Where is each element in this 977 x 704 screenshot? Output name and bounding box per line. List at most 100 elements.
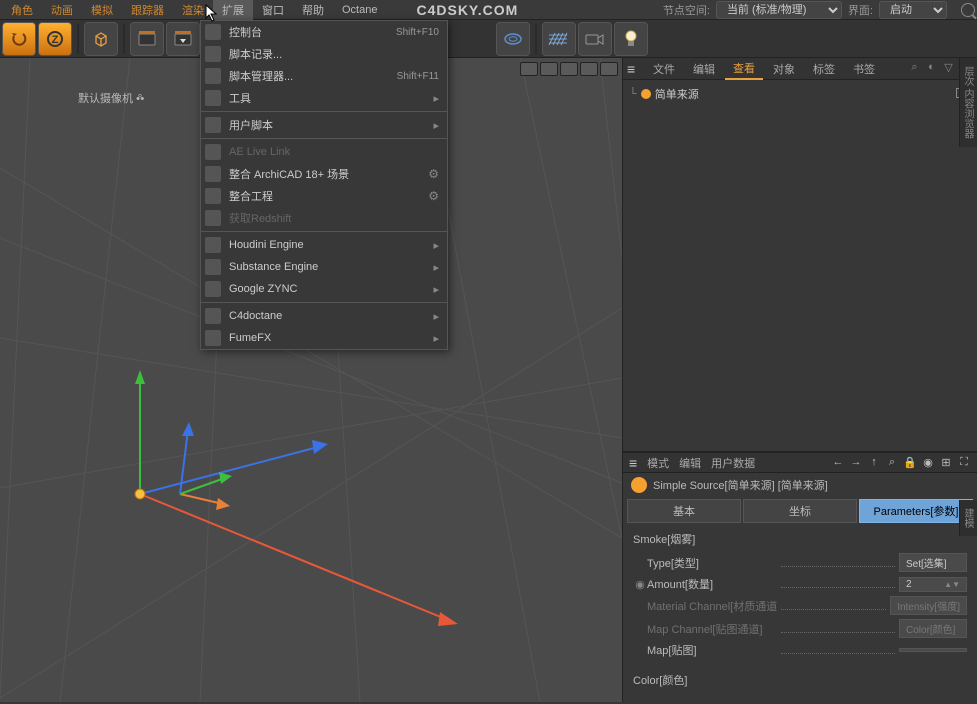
render-button[interactable] — [130, 22, 164, 56]
menu-item[interactable]: Houdini Engine ▸ — [201, 234, 447, 256]
eye2-icon[interactable]: ◉ — [921, 456, 935, 469]
node-space-label: 节点空间: — [663, 2, 710, 18]
attribute-manager-bar: ≡ 模式 编辑 用户数据 ← → ↑ ⌕ 🔒 ◉ ⊞ ⛶ — [623, 453, 977, 473]
cube-button[interactable] — [84, 22, 118, 56]
object-name[interactable]: 简单来源 — [655, 86, 699, 102]
light-button[interactable] — [614, 22, 648, 56]
menu-item-icon — [205, 330, 221, 346]
eye-icon[interactable]: ◐ — [924, 61, 939, 76]
new-icon[interactable]: ⊞ — [939, 456, 953, 469]
param-value[interactable]: Set[选集] — [899, 553, 967, 572]
vp-pan-icon[interactable] — [520, 62, 538, 76]
submenu-arrow-icon: ▸ — [433, 332, 439, 345]
menu-item-icon — [205, 68, 221, 84]
menu-sim[interactable]: 模拟 — [82, 0, 122, 20]
fwd-icon[interactable]: → — [849, 456, 863, 469]
vp-orbit-icon[interactable] — [560, 62, 578, 76]
obj-tab-tags[interactable]: 标签 — [805, 59, 843, 79]
object-type-icon — [631, 477, 647, 493]
section-smoke: Smoke[烟雾] — [633, 531, 967, 547]
section-color: Color[颜色] — [633, 672, 967, 688]
menu-item[interactable]: 脚本记录... — [201, 43, 447, 65]
side-tab-modeling[interactable]: 建模 — [959, 500, 977, 536]
menu-role[interactable]: 角色 — [2, 0, 42, 20]
menu-item: 获取Redshift — [201, 207, 447, 229]
attr-edit[interactable]: 编辑 — [679, 455, 701, 471]
lock-icon[interactable]: 🔒 — [903, 456, 917, 469]
redo-button[interactable]: Z — [38, 22, 72, 56]
vp-zoom-icon[interactable] — [540, 62, 558, 76]
submenu-arrow-icon: ▸ — [433, 261, 439, 274]
floor-button[interactable] — [542, 22, 576, 56]
search-icon[interactable] — [961, 3, 975, 17]
hamburger-icon[interactable]: ≡ — [627, 61, 643, 77]
menu-item[interactable]: FumeFX ▸ — [201, 327, 447, 349]
filter-icon[interactable]: ▽ — [941, 61, 956, 76]
param-value[interactable]: Color[颜色] — [899, 619, 967, 638]
side-tab-layers[interactable]: 层次 内容浏览器 — [959, 58, 977, 147]
menu-help[interactable]: 帮助 — [293, 0, 333, 20]
parameter-row: Material Channel[材质通道] Intensity[强度] — [633, 596, 967, 615]
menu-item-label: 工具 — [229, 90, 425, 106]
menu-item-icon — [205, 24, 221, 40]
menu-item-label: Houdini Engine — [229, 239, 425, 251]
menu-item[interactable]: 整合工程 ⚙ — [201, 185, 447, 207]
submenu-arrow-icon: ▸ — [433, 92, 439, 105]
attr-userdata[interactable]: 用户数据 — [711, 455, 755, 471]
render-region-button[interactable] — [166, 22, 200, 56]
menu-item[interactable]: 工具 ▸ — [201, 87, 447, 109]
attr-tab-params[interactable]: Parameters[参数] — [859, 499, 973, 523]
camera-label: 默认摄像机 •°• — [78, 90, 142, 106]
vp-max-icon[interactable] — [580, 62, 598, 76]
menu-tracker[interactable]: 跟踪器 — [122, 0, 173, 20]
menu-item[interactable]: 整合 ArchiCAD 18+ 场景 ⚙ — [201, 163, 447, 185]
param-value[interactable]: Intensity[强度] — [890, 596, 967, 615]
search-icon[interactable]: ⌕ — [907, 61, 922, 76]
search-icon[interactable]: ⌕ — [885, 456, 899, 469]
menu-item: AE Live Link — [201, 141, 447, 163]
camera-button[interactable] — [578, 22, 612, 56]
menu-anim[interactable]: 动画 — [42, 0, 82, 20]
obj-tab-file[interactable]: 文件 — [645, 59, 683, 79]
menu-shortcut: Shift+F11 — [397, 71, 439, 82]
keyframe-dot[interactable]: ◉ — [633, 578, 647, 591]
menu-window[interactable]: 窗口 — [253, 0, 293, 20]
torus-button[interactable] — [496, 22, 530, 56]
max-icon[interactable]: ⛶ — [957, 456, 971, 469]
attr-tab-coord[interactable]: 坐标 — [743, 499, 857, 523]
menu-item-icon — [205, 166, 221, 182]
vp-layout-icon[interactable] — [600, 62, 618, 76]
obj-tab-edit[interactable]: 编辑 — [685, 59, 723, 79]
menu-item-icon — [205, 188, 221, 204]
menu-item[interactable]: Substance Engine ▸ — [201, 256, 447, 278]
menu-item-icon — [205, 90, 221, 106]
menu-item-label: 整合工程 — [229, 188, 420, 204]
gear-icon[interactable]: ⚙ — [428, 167, 439, 181]
attr-tab-basic[interactable]: 基本 — [627, 499, 741, 523]
menu-item[interactable]: C4doctane ▸ — [201, 305, 447, 327]
attr-mode[interactable]: 模式 — [647, 455, 669, 471]
menu-item[interactable]: 用户脚本 ▸ — [201, 114, 447, 136]
obj-tab-view[interactable]: 查看 — [725, 58, 763, 80]
undo-button[interactable] — [2, 22, 36, 56]
layout-select[interactable]: 启动 — [879, 1, 947, 19]
up-icon[interactable]: ↑ — [867, 456, 881, 469]
menu-item[interactable]: Google ZYNC ▸ — [201, 278, 447, 300]
object-manager[interactable]: └ 简单来源 : — [623, 80, 977, 453]
param-value[interactable]: 2▲▼ — [899, 577, 967, 592]
menu-item-label: Substance Engine — [229, 261, 425, 273]
param-value[interactable] — [899, 648, 967, 652]
menu-item[interactable]: 脚本管理器... Shift+F11 — [201, 65, 447, 87]
node-space-select[interactable]: 当前 (标准/物理) — [716, 1, 842, 19]
submenu-arrow-icon: ▸ — [433, 283, 439, 296]
gear-icon[interactable]: ⚙ — [428, 189, 439, 203]
menu-item[interactable]: 控制台 Shift+F10 — [201, 21, 447, 43]
menu-octane[interactable]: Octane — [333, 2, 386, 18]
hamburger-icon[interactable]: ≡ — [629, 455, 637, 471]
obj-tab-bookmarks[interactable]: 书签 — [845, 59, 883, 79]
obj-tab-objects[interactable]: 对象 — [765, 59, 803, 79]
attr-nav-icons: ← → ↑ ⌕ 🔒 ◉ ⊞ ⛶ — [831, 456, 971, 469]
object-row[interactable]: └ 简单来源 : — [627, 84, 973, 104]
back-icon[interactable]: ← — [831, 456, 845, 469]
menu-shortcut: Shift+F10 — [396, 27, 439, 38]
